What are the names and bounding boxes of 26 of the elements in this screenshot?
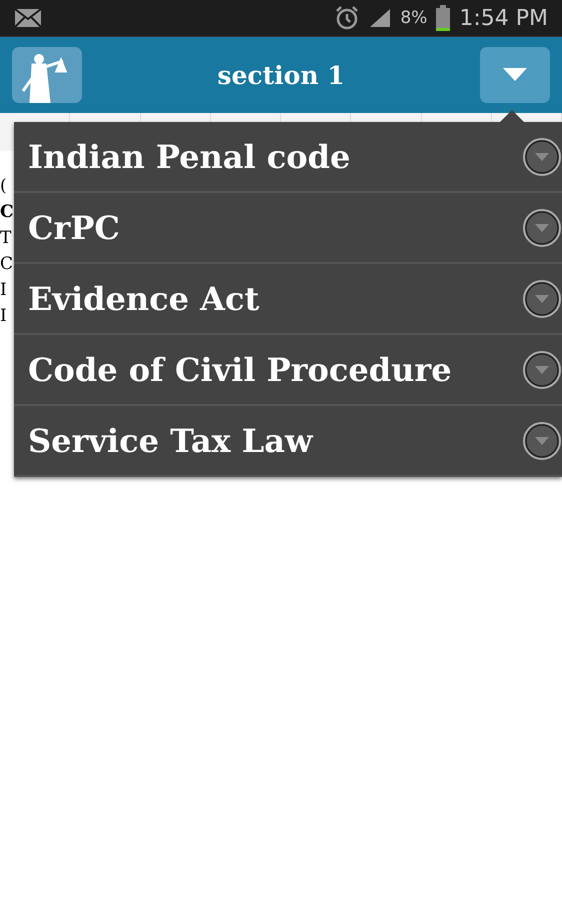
dropdown-button[interactable] <box>480 47 550 103</box>
menu-item[interactable]: Indian Penal code <box>14 122 562 193</box>
alarm-icon <box>334 5 360 31</box>
mail-icon <box>14 8 42 28</box>
caret-icon <box>503 68 527 82</box>
text-line: ( <box>0 175 7 198</box>
justice-statue-logo <box>12 47 82 103</box>
text-line: I <box>0 305 7 328</box>
text-line: T <box>0 227 12 250</box>
text-line: C <box>0 201 14 224</box>
expand-icon <box>522 350 562 390</box>
expand-icon <box>522 208 562 248</box>
battery-percent: 8% <box>400 8 428 28</box>
page-title: section 1 <box>216 60 346 90</box>
menu-item[interactable]: CrPC <box>14 193 562 264</box>
menu-item[interactable]: Evidence Act <box>14 264 562 335</box>
signal-icon <box>368 7 392 29</box>
clock-time: 1:54 PM <box>459 6 548 30</box>
text-line: I <box>0 279 7 302</box>
menu-item[interactable]: Code of Civil Procedure <box>14 335 562 406</box>
expand-icon <box>522 420 562 460</box>
expand-icon <box>522 136 562 176</box>
menu-item[interactable]: Service Tax Law <box>14 406 562 477</box>
expand-icon <box>522 278 562 318</box>
text-line: C <box>0 253 14 276</box>
battery-icon <box>435 5 452 31</box>
